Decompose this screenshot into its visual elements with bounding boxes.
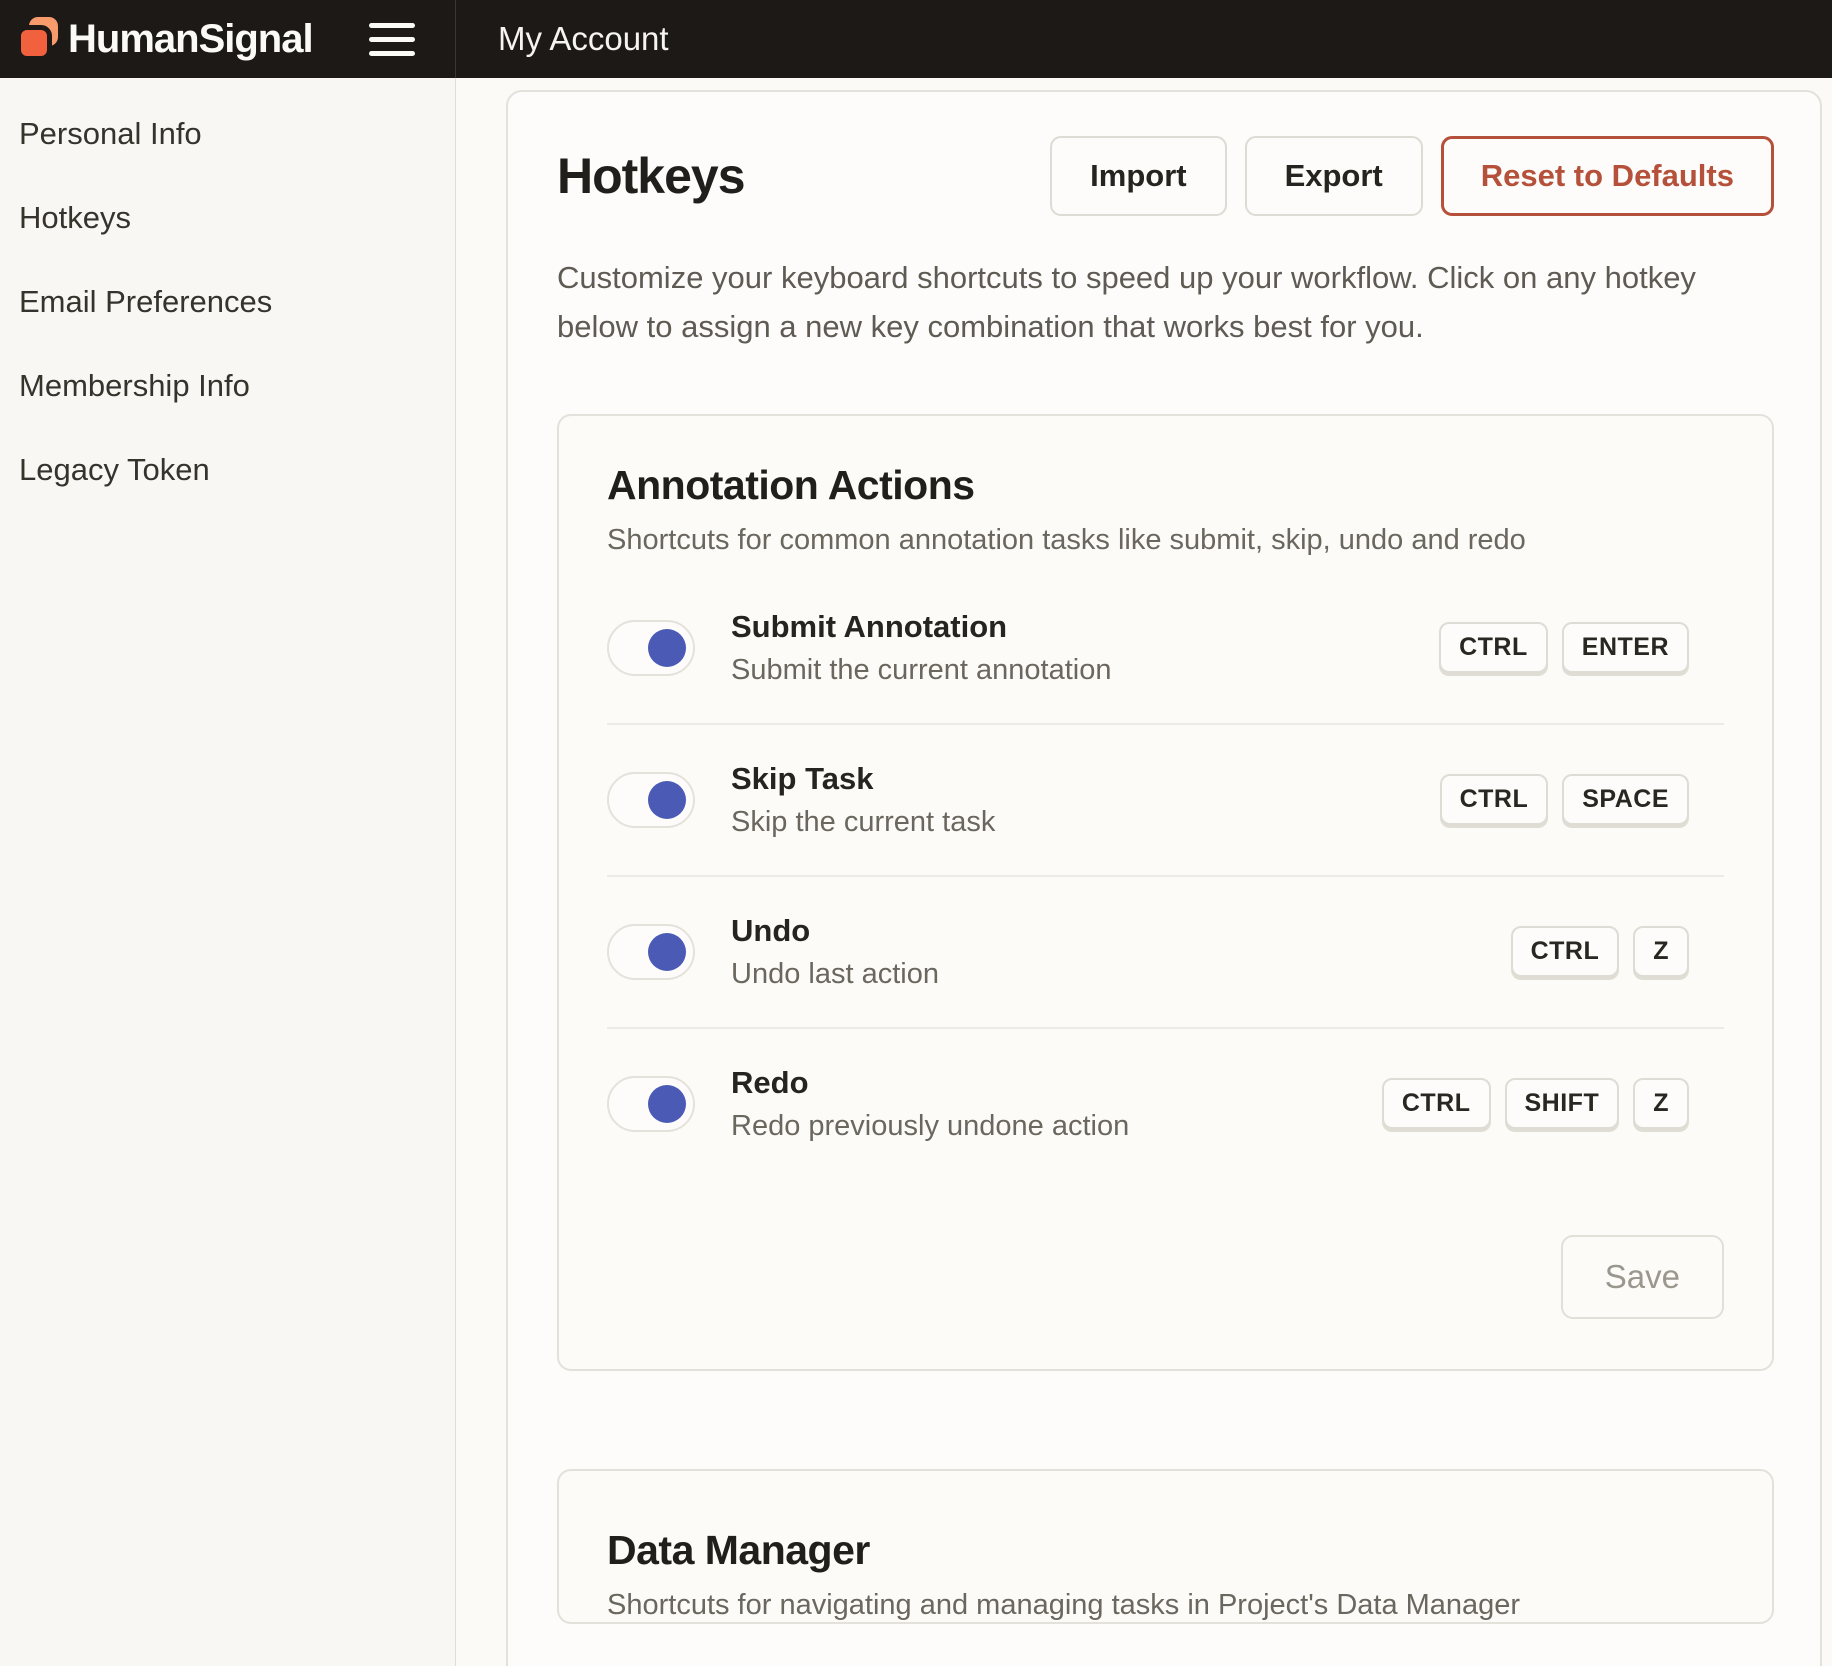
hotkey-row-redo: Redo Redo previously undone actionCTRL SHI… — [607, 1029, 1724, 1179]
hotkey-description: Redo previously undone action — [731, 1110, 1382, 1143]
hotkey-row-text: Redo Redo previously undone action — [731, 1065, 1382, 1143]
toggle-skip-task[interactable] — [607, 772, 695, 828]
topbar-title-area: My Account — [456, 0, 1832, 78]
keycap-space[interactable]: SPACE — [1562, 774, 1689, 825]
hotkey-row-skip-task: Skip Task Skip the current taskCTRL SPACE — [607, 725, 1724, 877]
humansignal-logo-icon — [16, 15, 64, 63]
hotkey-row-text: Skip Task Skip the current task — [731, 761, 1440, 839]
keycap-ctrl[interactable]: CTRL — [1382, 1078, 1491, 1129]
sidebar-item-membership-info[interactable]: Membership Info — [0, 344, 455, 428]
import-button[interactable]: Import — [1050, 136, 1226, 216]
keycap-shift[interactable]: SHIFT — [1505, 1078, 1620, 1129]
hotkey-description: Submit the current annotation — [731, 654, 1439, 687]
section-subtitle-data-manager: Shortcuts for navigating and managing ta… — [607, 1589, 1724, 1622]
hotkey-row-undo: Undo Undo last actionCTRL Z — [607, 877, 1724, 1029]
toggle-submit-annotation[interactable] — [607, 620, 695, 676]
keycap-z[interactable]: Z — [1633, 1078, 1689, 1129]
hamburger-menu-icon[interactable] — [369, 23, 415, 56]
hotkey-description: Undo last action — [731, 958, 1511, 991]
hotkey-combination[interactable]: CTRL ENTER — [1439, 622, 1689, 673]
hotkey-row-submit-annotation: Submit Annotation Submit the current anno… — [607, 573, 1724, 725]
top-bar: HumanSignal My Account — [0, 0, 1832, 78]
sidebar-item-email-preferences[interactable]: Email Preferences — [0, 260, 455, 344]
sidebar-item-legacy-token[interactable]: Legacy Token — [0, 428, 455, 512]
account-sidebar: Personal InfoHotkeysEmail PreferencesMem… — [0, 78, 456, 1666]
keycap-ctrl[interactable]: CTRL — [1439, 622, 1548, 673]
keycap-ctrl[interactable]: CTRL — [1511, 926, 1620, 977]
hotkey-rows: Submit Annotation Submit the current anno… — [607, 573, 1724, 1179]
header-actions: Import Export Reset to Defaults — [1050, 136, 1774, 216]
hotkey-row-text: Submit Annotation Submit the current anno… — [731, 609, 1439, 687]
save-button[interactable]: Save — [1561, 1235, 1724, 1319]
keycap-ctrl[interactable]: CTRL — [1440, 774, 1549, 825]
annotation-actions-card: Annotation Actions Shortcuts for common … — [557, 414, 1774, 1371]
hotkey-name: Redo — [731, 1065, 1382, 1101]
hotkeys-heading: Hotkeys — [557, 147, 745, 205]
hotkey-row-text: Undo Undo last action — [731, 913, 1511, 991]
hotkey-name: Submit Annotation — [731, 609, 1439, 645]
reset-to-defaults-button[interactable]: Reset to Defaults — [1441, 136, 1774, 216]
hotkey-description: Skip the current task — [731, 806, 1440, 839]
export-button[interactable]: Export — [1245, 136, 1423, 216]
sidebar-item-hotkeys[interactable]: Hotkeys — [0, 176, 455, 260]
hotkeys-description: Customize your keyboard shortcuts to spe… — [557, 254, 1774, 352]
hotkey-name: Undo — [731, 913, 1511, 949]
section-title-annotation-actions: Annotation Actions — [607, 462, 1724, 509]
toggle-knob — [648, 1085, 686, 1123]
hotkey-combination[interactable]: CTRL Z — [1511, 926, 1689, 977]
hotkeys-panel: Hotkeys Import Export Reset to Defaults … — [506, 90, 1822, 1666]
hotkeys-header: Hotkeys Import Export Reset to Defaults — [557, 136, 1774, 216]
toggle-undo[interactable] — [607, 924, 695, 980]
hotkey-name: Skip Task — [731, 761, 1440, 797]
page-title: My Account — [498, 20, 669, 58]
topbar-brand-area: HumanSignal — [0, 0, 456, 78]
toggle-knob — [648, 933, 686, 971]
toggle-knob — [648, 781, 686, 819]
section-title-data-manager: Data Manager — [607, 1527, 1724, 1574]
toggle-knob — [648, 629, 686, 667]
brand-name: HumanSignal — [68, 17, 313, 62]
sidebar-item-personal-info[interactable]: Personal Info — [0, 92, 455, 176]
main-content: Hotkeys Import Export Reset to Defaults … — [456, 78, 1832, 1666]
keycap-z[interactable]: Z — [1633, 926, 1689, 977]
keycap-enter[interactable]: ENTER — [1562, 622, 1689, 673]
logo-square-coral — [16, 25, 52, 61]
hotkey-combination[interactable]: CTRL SPACE — [1440, 774, 1689, 825]
section-subtitle-annotation-actions: Shortcuts for common annotation tasks li… — [607, 524, 1724, 557]
data-manager-card: Data Manager Shortcuts for navigating an… — [557, 1469, 1774, 1624]
toggle-redo[interactable] — [607, 1076, 695, 1132]
save-row: Save — [607, 1235, 1724, 1369]
hotkey-combination[interactable]: CTRL SHIFT Z — [1382, 1078, 1689, 1129]
